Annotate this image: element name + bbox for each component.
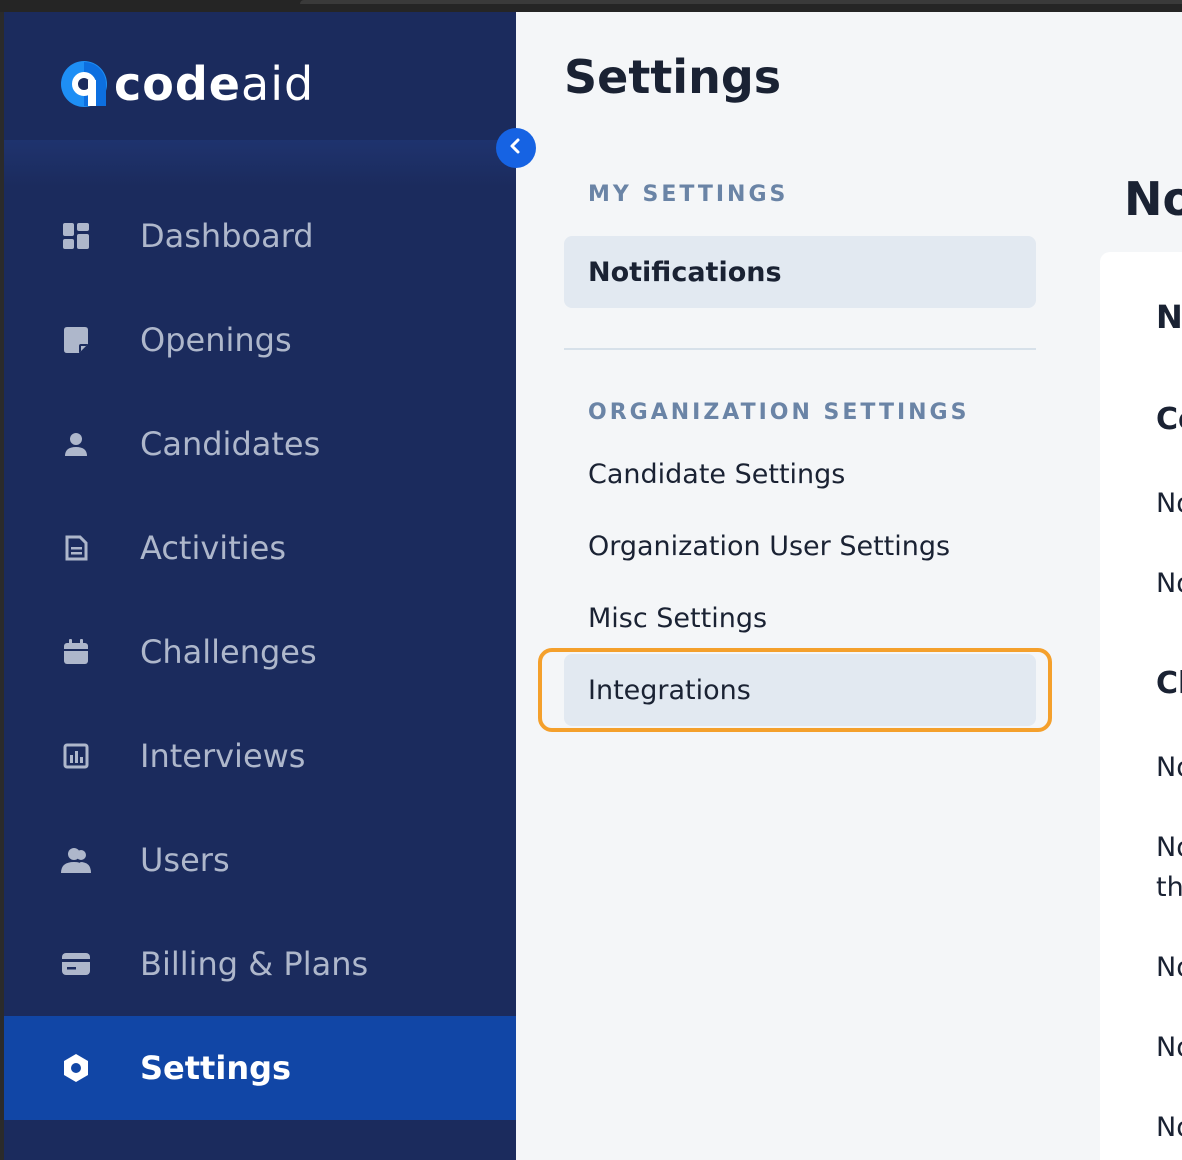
setting-row[interactable]: No <box>1156 1032 1182 1063</box>
settings-menu-misc-settings[interactable]: Misc Settings <box>564 582 1036 654</box>
sidebar-item-candidates[interactable]: Candidates <box>4 392 516 496</box>
setting-row[interactable]: No <box>1156 488 1182 519</box>
sidebar-item-label: Interviews <box>140 737 306 775</box>
dashboard-icon <box>60 220 92 252</box>
setting-row[interactable]: No <box>1156 568 1182 599</box>
codeaid-logo-icon <box>60 60 108 108</box>
content-title: No <box>1124 172 1182 226</box>
settings-menu-integrations[interactable]: Integrations <box>564 654 1036 726</box>
sidebar-item-billing[interactable]: Billing & Plans <box>4 912 516 1016</box>
sidebar-nav: Dashboard Openings Candidates Activities… <box>4 184 516 1120</box>
settings-menu-notifications[interactable]: Notifications <box>564 236 1036 308</box>
settings-menu-organization-user-settings[interactable]: Organization User Settings <box>564 510 1036 582</box>
sidebar-item-label: Settings <box>140 1049 292 1087</box>
card-icon <box>60 948 92 980</box>
openings-icon <box>60 324 92 356</box>
setting-row[interactable]: No <box>1156 832 1182 863</box>
sidebar-item-label: Users <box>140 841 230 879</box>
sidebar-item-label: Billing & Plans <box>140 945 369 983</box>
gear-icon <box>60 1052 92 1084</box>
settings-panel: Settings MY SETTINGS Notifications ORGAN… <box>516 12 1182 1160</box>
sidebar-item-settings[interactable]: Settings <box>4 1016 516 1120</box>
browser-chrome <box>0 0 1182 12</box>
setting-row[interactable]: No <box>1156 752 1182 783</box>
header-shadow <box>4 140 516 186</box>
brand-name: codeaid <box>114 57 315 111</box>
sidebar-item-openings[interactable]: Openings <box>4 288 516 392</box>
collapse-sidebar-button[interactable] <box>496 128 536 168</box>
card-heading: N <box>1156 298 1182 336</box>
notifications-card: N Co No No Cl No No th No No No <box>1100 252 1182 1160</box>
browser-tab-edge <box>300 0 1182 4</box>
page-title: Settings <box>564 50 782 104</box>
sidebar-item-interviews[interactable]: Interviews <box>4 704 516 808</box>
sidebar-item-label: Openings <box>140 321 292 359</box>
users-icon <box>60 844 92 876</box>
codeaid-logo[interactable]: codeaid <box>60 54 314 114</box>
setting-row-continued: th <box>1156 872 1182 903</box>
setting-row[interactable]: No <box>1156 952 1182 983</box>
sidebar-item-users[interactable]: Users <box>4 808 516 912</box>
sidebar-item-dashboard[interactable]: Dashboard <box>4 184 516 288</box>
my-settings-header: MY SETTINGS <box>588 182 789 207</box>
sidebar-item-challenges[interactable]: Challenges <box>4 600 516 704</box>
chevron-left-icon <box>507 137 525 159</box>
section-heading: Cl <box>1156 666 1182 701</box>
setting-row[interactable]: No <box>1156 1112 1182 1143</box>
person-icon <box>60 428 92 460</box>
sidebar-item-activities[interactable]: Activities <box>4 496 516 600</box>
document-icon <box>60 532 92 564</box>
settings-menu-candidate-settings[interactable]: Candidate Settings <box>564 438 1036 510</box>
sidebar-item-label: Candidates <box>140 425 321 463</box>
sidebar: codeaid Dashboard Openings Candidates Ac… <box>4 12 516 1160</box>
sidebar-item-label: Activities <box>140 529 286 567</box>
divider <box>564 348 1036 350</box>
sidebar-item-label: Dashboard <box>140 217 314 255</box>
calendar-icon <box>60 636 92 668</box>
section-heading: Co <box>1156 402 1182 437</box>
chart-icon <box>60 740 92 772</box>
organization-settings-header: ORGANIZATION SETTINGS <box>588 400 970 425</box>
sidebar-item-label: Challenges <box>140 633 317 671</box>
